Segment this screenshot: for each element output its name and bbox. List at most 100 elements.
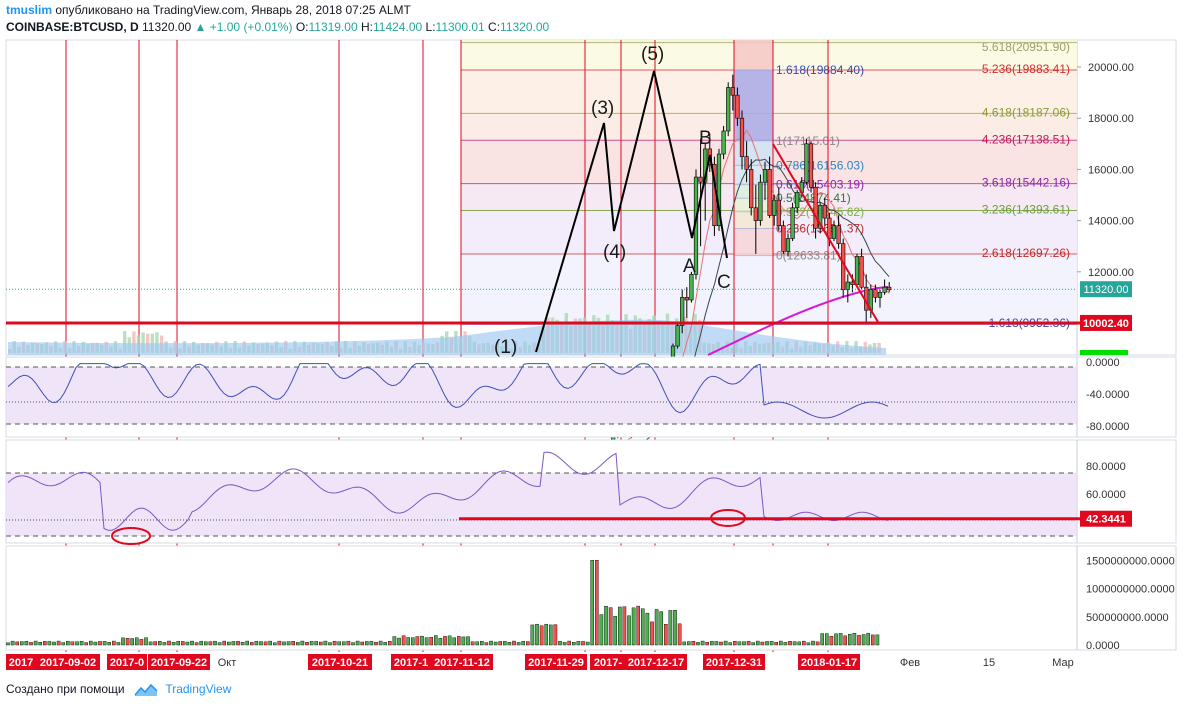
oscillator-1-pane[interactable]: 0.0000 -40.0000 -80.0000: [5, 356, 1177, 438]
osc2-value-label: 42.3441: [1086, 514, 1126, 526]
oscillator-2-pane[interactable]: 80.0000 60.0000 42.3441: [5, 439, 1177, 545]
fib-ext-label: 3.618(15442.16): [982, 176, 1070, 190]
volume-bar: [682, 641, 686, 646]
volume-bar: [10, 640, 15, 646]
volume-bar: [608, 607, 613, 646]
volume-bar: [461, 636, 466, 646]
candle-body: [680, 297, 685, 326]
wave-label: C: [717, 272, 731, 293]
volume-bar: [24, 641, 29, 646]
price-candle[interactable]: [804, 138, 809, 185]
volume-bar: [415, 636, 420, 646]
time-axis-label: Окт: [218, 657, 237, 669]
volume-bar: [480, 640, 484, 646]
time-axis-label: 2017-09-02: [40, 657, 96, 669]
price-candle[interactable]: [675, 323, 680, 349]
volume-bar: [710, 641, 714, 646]
volume-bar: [217, 642, 222, 646]
time-axis[interactable]: 2017 2017-09-02 2017-0 2017-09-22 2017-10-21…: [6, 652, 1077, 670]
candle-body: [753, 207, 758, 221]
tradingview-link[interactable]: TradingView: [165, 682, 231, 696]
volume-bar: [249, 642, 254, 646]
volume-bar: [102, 641, 107, 646]
volume-bar: [15, 641, 20, 646]
volume-axis-label: 1500000000.0000: [1086, 555, 1175, 567]
volume-bar: [774, 641, 778, 646]
volume-bar: [691, 641, 696, 646]
volume-bar: [190, 640, 194, 646]
volume-bar: [300, 640, 305, 646]
volume-bar: [397, 637, 401, 646]
time-axis-label: 2018-01-17: [801, 657, 857, 669]
volume-bar: [746, 640, 751, 646]
volume-bar: [700, 640, 705, 646]
volume-bar: [585, 641, 590, 646]
volume-bar: [406, 637, 411, 646]
volume-bar: [194, 642, 199, 646]
wave-label: B: [699, 128, 712, 149]
volume-bar: [282, 641, 286, 646]
volume-bar: [47, 641, 52, 646]
candle-body: [808, 143, 814, 188]
candle-body: [859, 256, 864, 288]
volume-bar: [696, 642, 700, 646]
osc1-axis-label: 0.0000: [1086, 357, 1120, 369]
volume-bar: [332, 640, 337, 646]
price-candle[interactable]: [721, 125, 726, 160]
volume-bar: [162, 642, 167, 646]
volume-bar: [760, 641, 765, 646]
volume-bar: [236, 641, 240, 646]
price-candle[interactable]: [790, 202, 795, 242]
volume-bar: [254, 641, 259, 646]
candle-body: [735, 94, 740, 119]
volume-bar: [277, 640, 282, 646]
candle-body: [758, 181, 763, 221]
volume-bar: [29, 642, 33, 646]
wave-label: (5): [641, 44, 664, 65]
time-axis-label: 2017-10-21: [312, 657, 368, 669]
volume-bar: [383, 642, 388, 646]
last-price-label: 11320.00: [1083, 284, 1128, 296]
volume-bar: [319, 641, 323, 646]
price-axis-label: 18000.00: [1088, 113, 1134, 125]
time-axis-label: 2017-0: [110, 657, 144, 669]
volume-bar: [866, 632, 870, 646]
fib-retr-band: [734, 184, 773, 199]
volume-bar: [6, 642, 10, 646]
candle-body: [762, 169, 768, 183]
candle-body: [845, 281, 850, 291]
volume-tag: [1080, 350, 1128, 355]
volume-bar: [107, 641, 111, 646]
volume-bar: [337, 641, 342, 646]
volume-bar: [779, 640, 783, 646]
price-candle[interactable]: [758, 174, 763, 226]
price-candle[interactable]: [726, 82, 731, 137]
candle-body: [836, 225, 841, 244]
candle-body: [744, 156, 749, 170]
volume-bar: [825, 633, 829, 646]
price-candle[interactable]: [841, 238, 846, 298]
volume-bar: [622, 606, 627, 646]
volume-bar: [199, 640, 204, 646]
price-candle[interactable]: [854, 253, 860, 288]
volume-bar: [576, 641, 581, 646]
volume-bar: [677, 623, 682, 646]
volume-bar: [852, 633, 857, 646]
volume-pane[interactable]: 1500000000.0000 1000000000.0000 500000000.…: [5, 545, 1177, 652]
price-candle[interactable]: [808, 141, 814, 193]
volume-bar: [167, 640, 171, 646]
time-axis-label: 2017-09-22: [151, 657, 207, 669]
price-candle[interactable]: [781, 220, 786, 254]
footer: Создано при помощи TradingView: [6, 680, 231, 698]
volume-bar: [180, 641, 185, 646]
volume-bar: [627, 615, 631, 646]
volume-bar: [687, 641, 691, 646]
volume-bar: [351, 642, 355, 646]
volume-bar: [171, 642, 176, 646]
volume-axis-label: 1000000000.0000: [1086, 584, 1175, 596]
osc2-axis-label: 80.0000: [1086, 461, 1126, 473]
volume-bar: [530, 624, 535, 646]
trading-chart[interactable]: 5.618(20951.90) 5.236(19883.41) 4.618(1818…: [0, 0, 1184, 708]
volume-bar: [457, 636, 461, 646]
candle-body: [689, 274, 694, 301]
